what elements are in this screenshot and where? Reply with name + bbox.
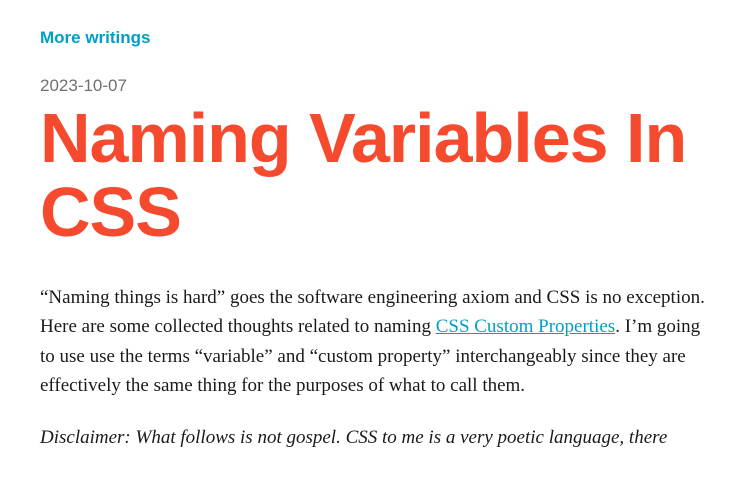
more-writings-link[interactable]: More writings (40, 28, 151, 48)
article-disclaimer: Disclaimer: What follows is not gospel. … (40, 423, 710, 452)
css-custom-properties-link[interactable]: CSS Custom Properties (436, 316, 615, 337)
article-title: Naming Variables In CSS (40, 102, 710, 249)
article-intro: “Naming things is hard” goes the softwar… (40, 283, 710, 401)
article-date: 2023-10-07 (40, 76, 710, 96)
